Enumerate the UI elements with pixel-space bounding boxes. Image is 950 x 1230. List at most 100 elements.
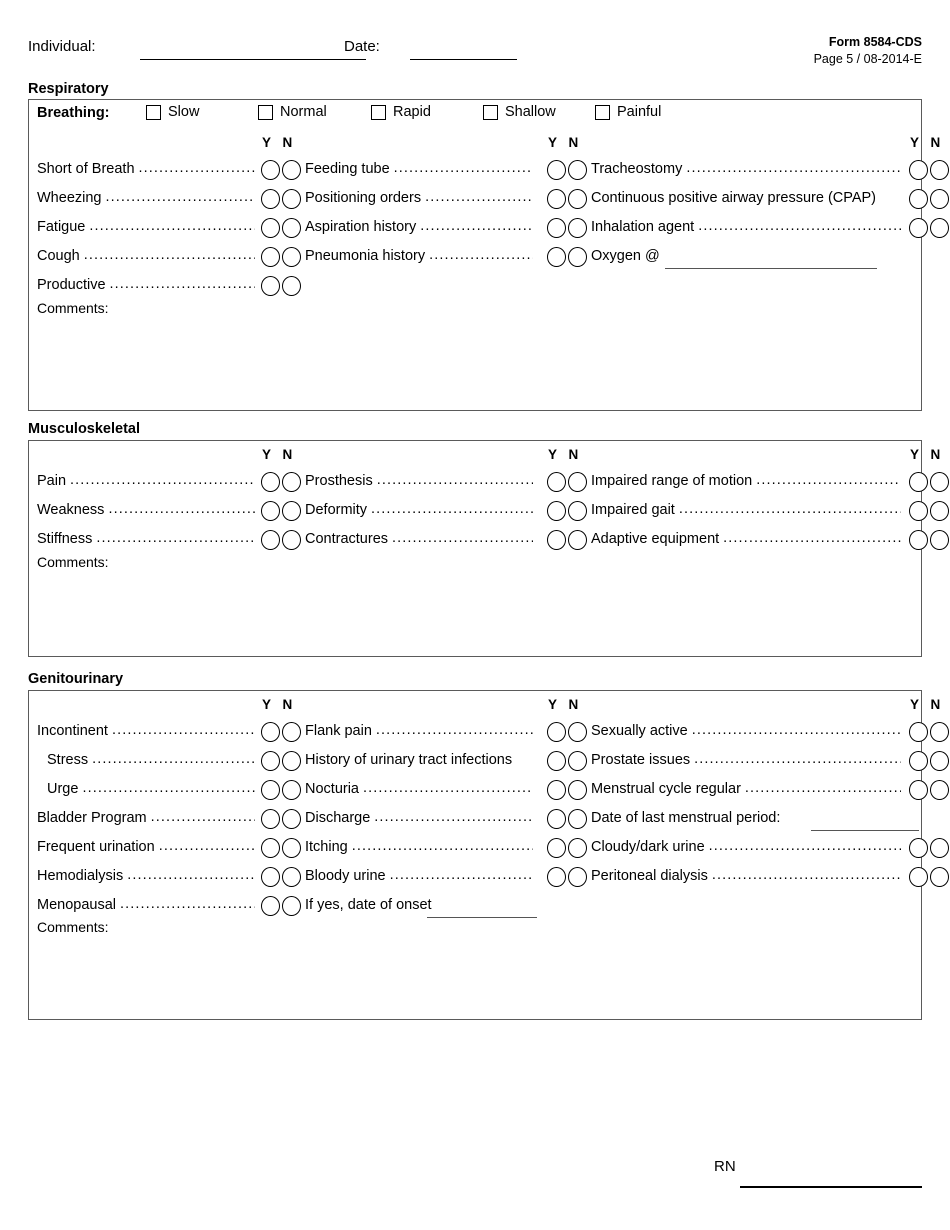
radio-yes[interactable] [909,780,928,800]
radio-no[interactable] [568,809,587,829]
radio-yes[interactable] [261,276,280,296]
radio-no[interactable] [568,189,587,209]
breathing-option-shallow[interactable]: Shallow [483,104,556,120]
radio-yes[interactable] [547,160,566,180]
radio-yes[interactable] [261,530,280,550]
breathing-option-slow[interactable]: Slow [146,104,199,120]
checkbox-slow-icon[interactable] [146,104,161,120]
radio-yes[interactable] [261,838,280,858]
radio-no[interactable] [282,867,301,887]
radio-yes[interactable] [261,722,280,742]
radio-yes[interactable] [261,189,280,209]
radio-no[interactable] [282,896,301,916]
breathing-option-rapid[interactable]: Rapid [371,104,431,120]
radio-no[interactable] [282,501,301,521]
radio-no[interactable] [282,160,301,180]
radio-yes[interactable] [261,160,280,180]
radio-no[interactable] [930,218,949,238]
yn-radio-group[interactable] [909,722,950,744]
radio-no[interactable] [282,218,301,238]
radio-yes[interactable] [547,751,566,771]
radio-no[interactable] [930,189,949,209]
radio-no[interactable] [282,838,301,858]
radio-yes[interactable] [909,218,928,238]
radio-no[interactable] [282,472,301,492]
last-menstrual-period-input-line[interactable] [811,830,919,831]
radio-yes[interactable] [261,896,280,916]
comments-area-genitourinary[interactable] [37,939,897,1014]
radio-no[interactable] [282,780,301,800]
radio-yes[interactable] [547,722,566,742]
yn-radio-group[interactable] [909,838,950,860]
breathing-option-normal[interactable]: Normal [258,104,327,120]
breathing-option-painful[interactable]: Painful [595,104,661,120]
radio-yes[interactable] [547,838,566,858]
radio-yes[interactable] [909,838,928,858]
radio-yes[interactable] [261,809,280,829]
yn-radio-group[interactable] [909,867,950,889]
radio-yes[interactable] [547,472,566,492]
radio-no[interactable] [282,276,301,296]
yn-radio-group[interactable] [909,218,950,240]
radio-yes[interactable] [547,247,566,267]
radio-yes[interactable] [909,722,928,742]
checkbox-rapid-icon[interactable] [371,104,386,120]
checkbox-normal-icon[interactable] [258,104,273,120]
radio-no[interactable] [568,838,587,858]
radio-no[interactable] [282,751,301,771]
radio-yes[interactable] [261,867,280,887]
radio-no[interactable] [568,751,587,771]
radio-no[interactable] [568,247,587,267]
radio-no[interactable] [930,530,949,550]
radio-no[interactable] [282,530,301,550]
radio-no[interactable] [930,867,949,887]
radio-yes[interactable] [547,189,566,209]
yn-radio-group[interactable] [909,501,950,523]
radio-yes[interactable] [261,218,280,238]
radio-no[interactable] [930,501,949,521]
checkbox-shallow-icon[interactable] [483,104,498,120]
yn-radio-group[interactable] [909,530,950,552]
radio-yes[interactable] [261,501,280,521]
radio-yes[interactable] [261,780,280,800]
radio-yes[interactable] [547,809,566,829]
radio-yes[interactable] [909,751,928,771]
radio-no[interactable] [568,160,587,180]
radio-no[interactable] [930,838,949,858]
radio-yes[interactable] [909,530,928,550]
comments-area-musculoskeletal[interactable] [37,574,897,649]
radio-yes[interactable] [909,867,928,887]
radio-no[interactable] [568,867,587,887]
radio-yes[interactable] [261,751,280,771]
radio-yes[interactable] [909,472,928,492]
radio-no[interactable] [282,247,301,267]
radio-no[interactable] [930,160,949,180]
onset-date-input-line[interactable] [427,917,537,918]
yn-radio-group[interactable] [909,751,950,773]
radio-no[interactable] [930,751,949,771]
radio-yes[interactable] [547,501,566,521]
rn-signature-line[interactable] [740,1186,922,1188]
checkbox-painful-icon[interactable] [595,104,610,120]
radio-no[interactable] [568,530,587,550]
radio-no[interactable] [282,722,301,742]
yn-radio-group[interactable] [909,472,950,494]
date-input-line[interactable] [410,59,517,60]
radio-yes[interactable] [547,218,566,238]
individual-input-line[interactable] [140,59,366,60]
comments-area-respiratory[interactable] [37,320,897,400]
radio-no[interactable] [930,722,949,742]
yn-radio-group[interactable] [909,780,950,802]
radio-no[interactable] [282,809,301,829]
radio-no[interactable] [930,780,949,800]
radio-yes[interactable] [909,189,928,209]
radio-no[interactable] [930,472,949,492]
radio-yes[interactable] [547,867,566,887]
radio-no[interactable] [282,189,301,209]
radio-no[interactable] [568,218,587,238]
radio-no[interactable] [568,472,587,492]
radio-no[interactable] [568,501,587,521]
radio-yes[interactable] [909,501,928,521]
radio-yes[interactable] [261,472,280,492]
yn-radio-group[interactable] [909,189,950,211]
